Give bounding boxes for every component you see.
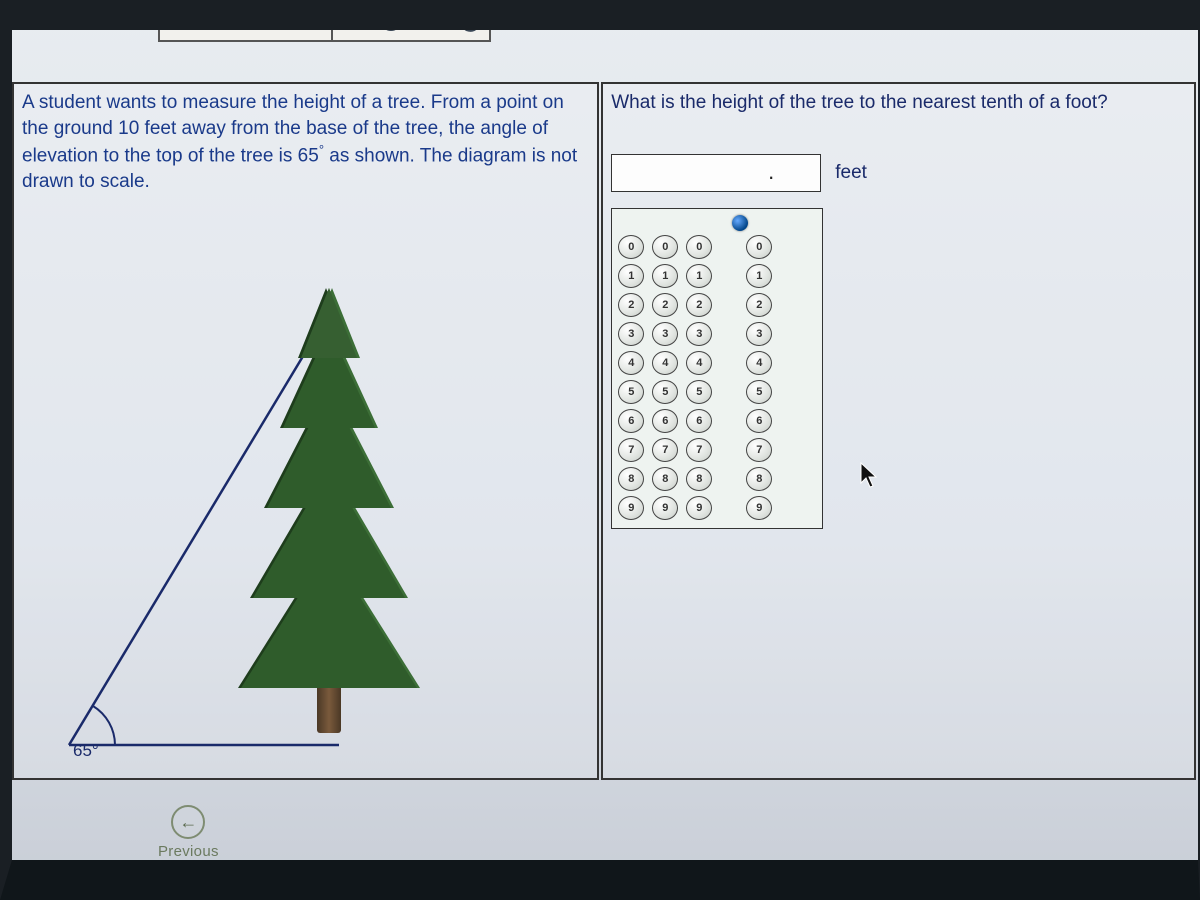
bubble-sheet: 0123456789012345678901234567890123456789 <box>611 208 823 529</box>
bubble-9[interactable]: 9 <box>686 496 712 520</box>
bubble-5[interactable]: 5 <box>746 380 772 404</box>
previous-label: Previous <box>158 843 219 860</box>
bubble-0[interactable]: 0 <box>746 235 772 259</box>
bubble-8[interactable]: 8 <box>652 467 678 491</box>
arrow-left-icon[interactable]: ← <box>171 805 205 839</box>
bubble-2[interactable]: 2 <box>746 293 772 317</box>
refresh-icon[interactable] <box>455 9 481 33</box>
bubble-8[interactable]: 8 <box>618 467 644 491</box>
answer-display[interactable]: . <box>611 154 821 192</box>
tree-diagram: 65° <box>49 283 569 773</box>
bubble-6[interactable]: 6 <box>686 409 712 433</box>
bubble-column: 0 1 2 3 4 5 6 7 8 9 <box>746 235 772 520</box>
flag-icon[interactable] <box>341 9 365 33</box>
bubble-9[interactable]: 9 <box>618 496 644 520</box>
bubble-3[interactable]: 3 <box>686 322 712 346</box>
bubble-2[interactable]: 2 <box>618 293 644 317</box>
previous-nav[interactable]: ← Previous <box>158 805 219 860</box>
bubble-4[interactable]: 4 <box>618 351 644 375</box>
bubble-0[interactable]: 0 <box>652 235 678 259</box>
bubble-4[interactable]: 4 <box>686 351 712 375</box>
bubble-column: 0 1 2 3 4 5 6 7 8 9 <box>618 235 644 520</box>
bubble-1[interactable]: 1 <box>618 264 644 288</box>
bubble-1[interactable]: 1 <box>746 264 772 288</box>
bubble-3[interactable]: 3 <box>652 322 678 346</box>
bubble-7[interactable]: 7 <box>746 438 772 462</box>
bubble-1[interactable]: 1 <box>652 264 678 288</box>
content-area: A student wants to measure the height of… <box>12 82 1196 780</box>
unit-label: feet <box>835 162 867 184</box>
bubble-5[interactable]: 5 <box>652 380 678 404</box>
bubble-4[interactable]: 4 <box>746 351 772 375</box>
bubble-5[interactable]: 5 <box>618 380 644 404</box>
prohibit-icon[interactable] <box>379 9 403 33</box>
bubble-8[interactable]: 8 <box>686 467 712 491</box>
tool-icons <box>333 0 491 42</box>
answer-prompt: What is the height of the tree to the ne… <box>611 90 1186 116</box>
bubble-column: 0 1 2 3 4 5 6 7 8 9 <box>686 235 712 520</box>
bubble-3[interactable]: 3 <box>746 322 772 346</box>
bubble-2[interactable]: 2 <box>686 293 712 317</box>
bubble-6[interactable]: 6 <box>618 409 644 433</box>
bubble-7[interactable]: 7 <box>652 438 678 462</box>
bubble-6[interactable]: 6 <box>746 409 772 433</box>
bubble-3[interactable]: 3 <box>618 322 644 346</box>
bubble-6[interactable]: 6 <box>652 409 678 433</box>
bubble-0[interactable]: 0 <box>686 235 712 259</box>
question-label: Question 5 of 12 <box>172 11 304 31</box>
problem-text: A student wants to measure the height of… <box>22 90 589 195</box>
question-selector[interactable]: Question 5 of 12 ▼ <box>158 0 333 42</box>
answer-row: . feet <box>611 154 1186 192</box>
answer-panel: What is the height of the tree to the ne… <box>601 82 1196 780</box>
bubble-7[interactable]: 7 <box>686 438 712 462</box>
bubble-7[interactable]: 7 <box>618 438 644 462</box>
bubble-1[interactable]: 1 <box>686 264 712 288</box>
sign-toggle[interactable] <box>732 215 748 231</box>
pencil-icon[interactable] <box>417 9 441 33</box>
bubble-2[interactable]: 2 <box>652 293 678 317</box>
bubble-9[interactable]: 9 <box>652 496 678 520</box>
bubble-4[interactable]: 4 <box>652 351 678 375</box>
angle-label: 65° <box>73 741 99 761</box>
problem-panel: A student wants to measure the height of… <box>12 82 599 780</box>
bubble-5[interactable]: 5 <box>686 380 712 404</box>
decimal-point: . <box>768 159 774 185</box>
bubble-8[interactable]: 8 <box>746 467 772 491</box>
bubble-9[interactable]: 9 <box>746 496 772 520</box>
question-toolbar: Question 5 of 12 ▼ <box>158 0 491 42</box>
chevron-down-icon: ▼ <box>308 15 319 27</box>
tree-image <box>239 293 419 733</box>
bubble-column: 0 1 2 3 4 5 6 7 8 9 <box>652 235 678 520</box>
bubble-0[interactable]: 0 <box>618 235 644 259</box>
